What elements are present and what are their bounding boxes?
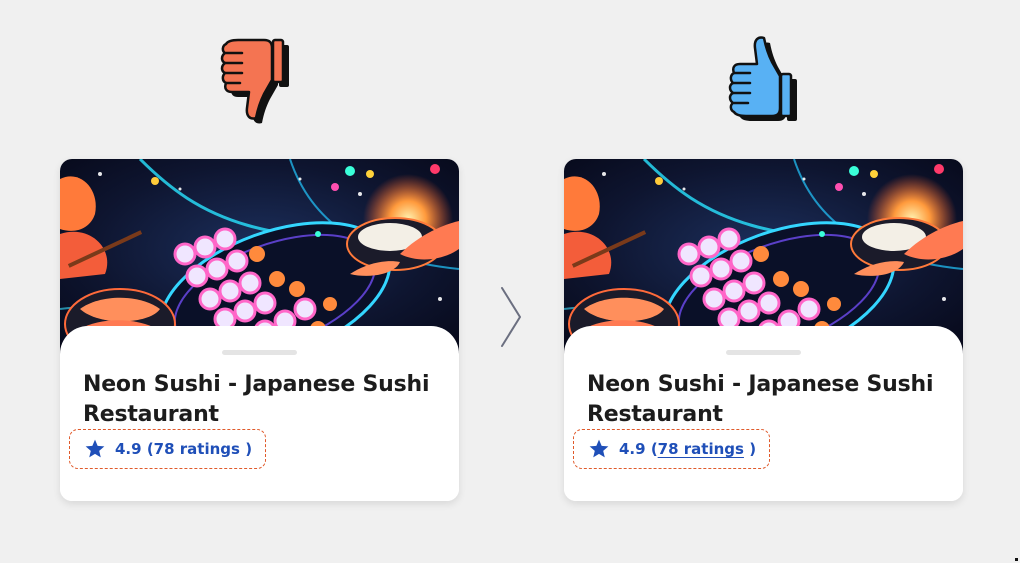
restaurant-title: Neon Sushi - Japanese Sushi Restaurant bbox=[83, 372, 430, 427]
rating-open-paren: ( bbox=[650, 440, 658, 458]
chevron-right-icon bbox=[498, 286, 524, 348]
drag-handle[interactable] bbox=[222, 350, 297, 355]
ratings-count-link[interactable]: 78 ratings bbox=[658, 440, 744, 458]
rating-close-paren: ) bbox=[245, 440, 253, 458]
star-icon bbox=[84, 438, 106, 460]
ratings-count-link[interactable]: 78 ratings bbox=[154, 440, 240, 458]
rating-open-paren: ( bbox=[146, 440, 154, 458]
star-icon bbox=[588, 438, 610, 460]
details-sheet: Neon Sushi - Japanese Sushi Restaurant 4… bbox=[564, 326, 963, 501]
restaurant-card-bad[interactable]: Neon Sushi - Japanese Sushi Restaurant 4… bbox=[60, 159, 459, 501]
restaurant-title: Neon Sushi - Japanese Sushi Restaurant bbox=[587, 372, 934, 427]
rating-close-paren: ) bbox=[749, 440, 757, 458]
drag-handle[interactable] bbox=[726, 350, 801, 355]
rating-value: 4.9 bbox=[115, 440, 142, 458]
thumbs-up-icon bbox=[724, 34, 804, 126]
rating-summary: 4.9 (78 ratings ) bbox=[619, 440, 756, 458]
rating-highlight: 4.9 (78 ratings ) bbox=[69, 429, 266, 469]
thumbs-down-icon bbox=[216, 34, 296, 126]
rating-summary: 4.9 (78 ratings ) bbox=[115, 440, 252, 458]
restaurant-card-good[interactable]: Neon Sushi - Japanese Sushi Restaurant 4… bbox=[564, 159, 963, 501]
corner-dot bbox=[1015, 558, 1018, 561]
rating-value: 4.9 bbox=[619, 440, 646, 458]
details-sheet: Neon Sushi - Japanese Sushi Restaurant 4… bbox=[60, 326, 459, 501]
rating-highlight: 4.9 (78 ratings ) bbox=[573, 429, 770, 469]
